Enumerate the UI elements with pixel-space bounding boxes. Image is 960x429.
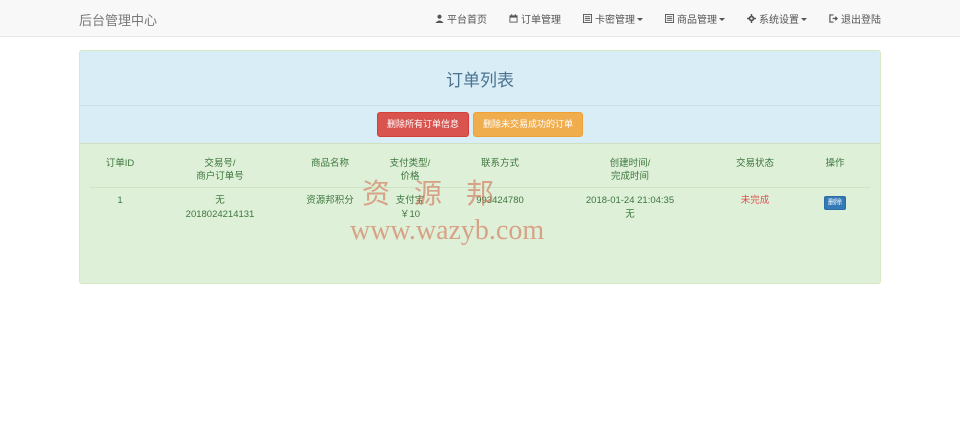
action-button-bar: 删除所有订单信息 删除未交易成功的订单 (80, 106, 880, 144)
watermark-url: www.wazyb.com (350, 215, 545, 246)
watermark-cn: 资源邦 (362, 177, 519, 210)
nav-item-label: 平台首页 (447, 15, 487, 26)
user-icon (435, 14, 444, 23)
calendar-icon (509, 14, 518, 23)
nav-menu: 平台首页 订单管理 卡密管理 商品管理 系统设置 退出登陆 (435, 0, 960, 37)
cell-action: 删除 (800, 188, 870, 229)
nav-item-logout[interactable]: 退出登陆 (829, 11, 881, 26)
panel-title: 订单列表 (446, 70, 514, 90)
logout-icon (829, 14, 838, 23)
list-icon (583, 14, 592, 23)
nav-item-label: 系统设置 (759, 15, 799, 26)
nav-item-home[interactable]: 平台首页 (435, 11, 487, 26)
nav-item-label: 商品管理 (677, 15, 717, 26)
nav-item-label: 退出登陆 (841, 15, 881, 26)
nav-item-products[interactable]: 商品管理 (665, 11, 725, 26)
header-action: 操作 (800, 153, 870, 188)
nav-item-cards[interactable]: 卡密管理 (583, 11, 643, 26)
nav-item-label: 卡密管理 (595, 15, 635, 26)
nav-item-settings[interactable]: 系统设置 (747, 11, 807, 26)
header-status: 交易状态 (710, 153, 800, 188)
header-time: 创建时间/完成时间 (550, 153, 710, 188)
delete-unpaid-orders-button[interactable]: 删除未交易成功的订单 (473, 112, 584, 137)
top-navbar: 后台管理中心 平台首页 订单管理 卡密管理 商品管理 系统设置 退出登陆 (0, 0, 960, 37)
header-trade-no: 交易号/商户订单号 (150, 153, 290, 188)
caret-down-icon (719, 17, 725, 21)
cell-order-id: 1 (117, 195, 123, 206)
order-list-panel: 订单列表 删除所有订单信息 删除未交易成功的订单 订单ID 交易号/商户订单号 … (79, 50, 881, 284)
caret-down-icon (801, 17, 807, 21)
nav-item-orders[interactable]: 订单管理 (509, 11, 561, 26)
delete-all-orders-button[interactable]: 删除所有订单信息 (376, 112, 469, 137)
gear-icon (747, 14, 756, 23)
caret-down-icon (637, 17, 643, 21)
cell-status: 未完成 (740, 195, 770, 206)
cell-trade-no: 无 2018024214131 (185, 195, 255, 220)
cell-time: 2018-01-24 21:04:35 无 (585, 195, 675, 220)
header-order-id: 订单ID (90, 153, 150, 188)
delete-order-button[interactable]: 删除 (824, 196, 846, 210)
nav-item-label: 订单管理 (521, 15, 561, 26)
list-icon (665, 14, 674, 23)
header-product: 商品名称 (290, 153, 370, 188)
panel-heading: 订单列表 (80, 51, 880, 106)
brand-title[interactable]: 后台管理中心 (79, 10, 157, 29)
